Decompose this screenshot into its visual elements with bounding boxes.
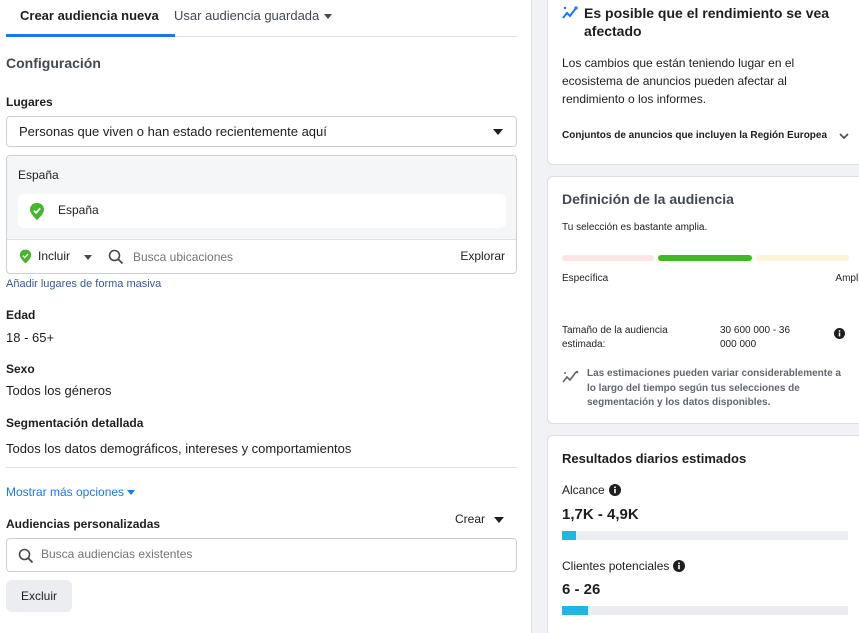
audience-size-label: Tamaño de la audiencia estimada:	[562, 325, 668, 350]
create-dropdown[interactable]: Crear	[455, 512, 505, 526]
eu-adsets-toggle[interactable]: Conjuntos de anuncios que incluyen la Re…	[562, 130, 827, 141]
meter-specific-label: Específica	[562, 273, 609, 284]
chevron-down-icon	[84, 255, 92, 260]
show-more-options-label: Mostrar más opciones	[6, 485, 125, 499]
reach-label: Alcance	[562, 483, 621, 499]
chevron-down-icon	[127, 490, 136, 496]
trend-icon	[562, 369, 580, 388]
section-title: Configuración	[6, 55, 101, 71]
leads-value: 6 - 26	[562, 581, 601, 598]
info-icon[interactable]	[608, 484, 621, 499]
location-search-input[interactable]	[133, 250, 413, 264]
reach-value: 1,7K - 4,9K	[562, 506, 639, 523]
chevron-down-icon[interactable]	[838, 130, 850, 145]
divider	[6, 467, 517, 468]
chevron-down-icon	[493, 129, 503, 135]
detailed-targeting-value[interactable]: Todos los datos demográficos, intereses …	[6, 441, 351, 456]
audience-definition-title: Definición de la audiencia	[562, 191, 734, 207]
leads-label-text: Clientes potenciales	[562, 559, 670, 573]
tab-new-audience[interactable]: Crear audiencia nueva	[6, 8, 175, 37]
places-select-value: Personas que viven o han estado reciente…	[19, 124, 327, 139]
sex-label: Sexo	[6, 362, 35, 376]
meter-broad-label: Amplia	[835, 273, 859, 284]
daily-results-title: Resultados diarios estimados	[562, 451, 747, 466]
bulk-locations-link[interactable]: Añadir lugares de forma masiva	[6, 278, 161, 290]
audience-tabs: Crear audiencia nueva Usar audiencia gua…	[6, 0, 517, 37]
sex-value[interactable]: Todos los géneros	[6, 383, 112, 398]
location-pin-icon	[19, 249, 32, 267]
location-group-header: España	[18, 168, 59, 182]
chevron-down-icon	[494, 516, 505, 523]
estimate-disclaimer: Las estimaciones pueden variar considera…	[587, 368, 841, 408]
age-value[interactable]: 18 - 65+	[6, 330, 54, 345]
custom-audience-search[interactable]	[6, 538, 517, 572]
reach-bar	[562, 531, 848, 540]
right-sidebar: Es posible que el rendimiento se vea afe…	[531, 0, 859, 633]
meter-active-segment	[658, 255, 752, 261]
audience-config-panel: Crear audiencia nueva Usar audiencia gua…	[0, 0, 530, 633]
info-icon[interactable]	[834, 327, 845, 342]
meter-broad-segment	[756, 255, 849, 261]
daily-results-card: Resultados diarios estimados Alcance 1,7…	[547, 435, 859, 633]
reach-label-text: Alcance	[562, 483, 605, 497]
places-select[interactable]: Personas que viven o han estado reciente…	[6, 116, 517, 147]
create-dropdown-label: Crear	[455, 512, 486, 526]
meter-specific-segment	[562, 255, 654, 261]
leads-bar-fill	[562, 606, 588, 615]
chevron-down-icon	[324, 14, 333, 20]
explore-button[interactable]: Explorar	[460, 249, 505, 263]
location-chip[interactable]: España	[18, 194, 506, 228]
performance-warning-card: Es posible que el rendimiento se vea afe…	[547, 0, 859, 165]
performance-warning-title: Es posible que el rendimiento se vea afe…	[584, 5, 830, 39]
performance-warning-body: Los cambios que están teniendo lugar en …	[562, 56, 795, 106]
location-chip-label: España	[58, 203, 99, 217]
leads-bar	[562, 606, 848, 615]
reach-bar-fill	[562, 531, 577, 540]
info-icon[interactable]	[673, 560, 686, 575]
audience-definition-card: Definición de la audiencia Tu selección …	[547, 176, 859, 424]
places-label: Lugares	[6, 95, 53, 109]
show-more-options-link[interactable]: Mostrar más opciones	[6, 485, 136, 499]
search-icon	[108, 249, 124, 268]
performance-trend-icon	[562, 5, 578, 24]
location-search-row: Incluir Explorar	[7, 239, 516, 273]
tab-saved-audience-label: Usar audiencia guardada	[174, 8, 320, 23]
include-dropdown[interactable]: Incluir	[38, 249, 70, 263]
custom-audiences-label: Audiencias personalizadas	[6, 517, 161, 531]
tab-saved-audience[interactable]: Usar audiencia guardada	[174, 8, 333, 23]
audience-definition-subtitle: Tu selección es bastante amplia.	[562, 222, 708, 233]
leads-label: Clientes potenciales	[562, 559, 686, 575]
exclude-button[interactable]: Excluir	[6, 580, 72, 612]
age-label: Edad	[6, 308, 36, 322]
search-icon	[18, 548, 34, 567]
location-box: España España Incluir Explorar	[6, 155, 517, 274]
audience-size-value: 30 600 000 - 36 000 000	[720, 325, 791, 350]
location-pin-icon	[29, 203, 45, 223]
custom-audience-search-input[interactable]	[41, 547, 441, 561]
detailed-targeting-label: Segmentación detallada	[6, 416, 144, 430]
